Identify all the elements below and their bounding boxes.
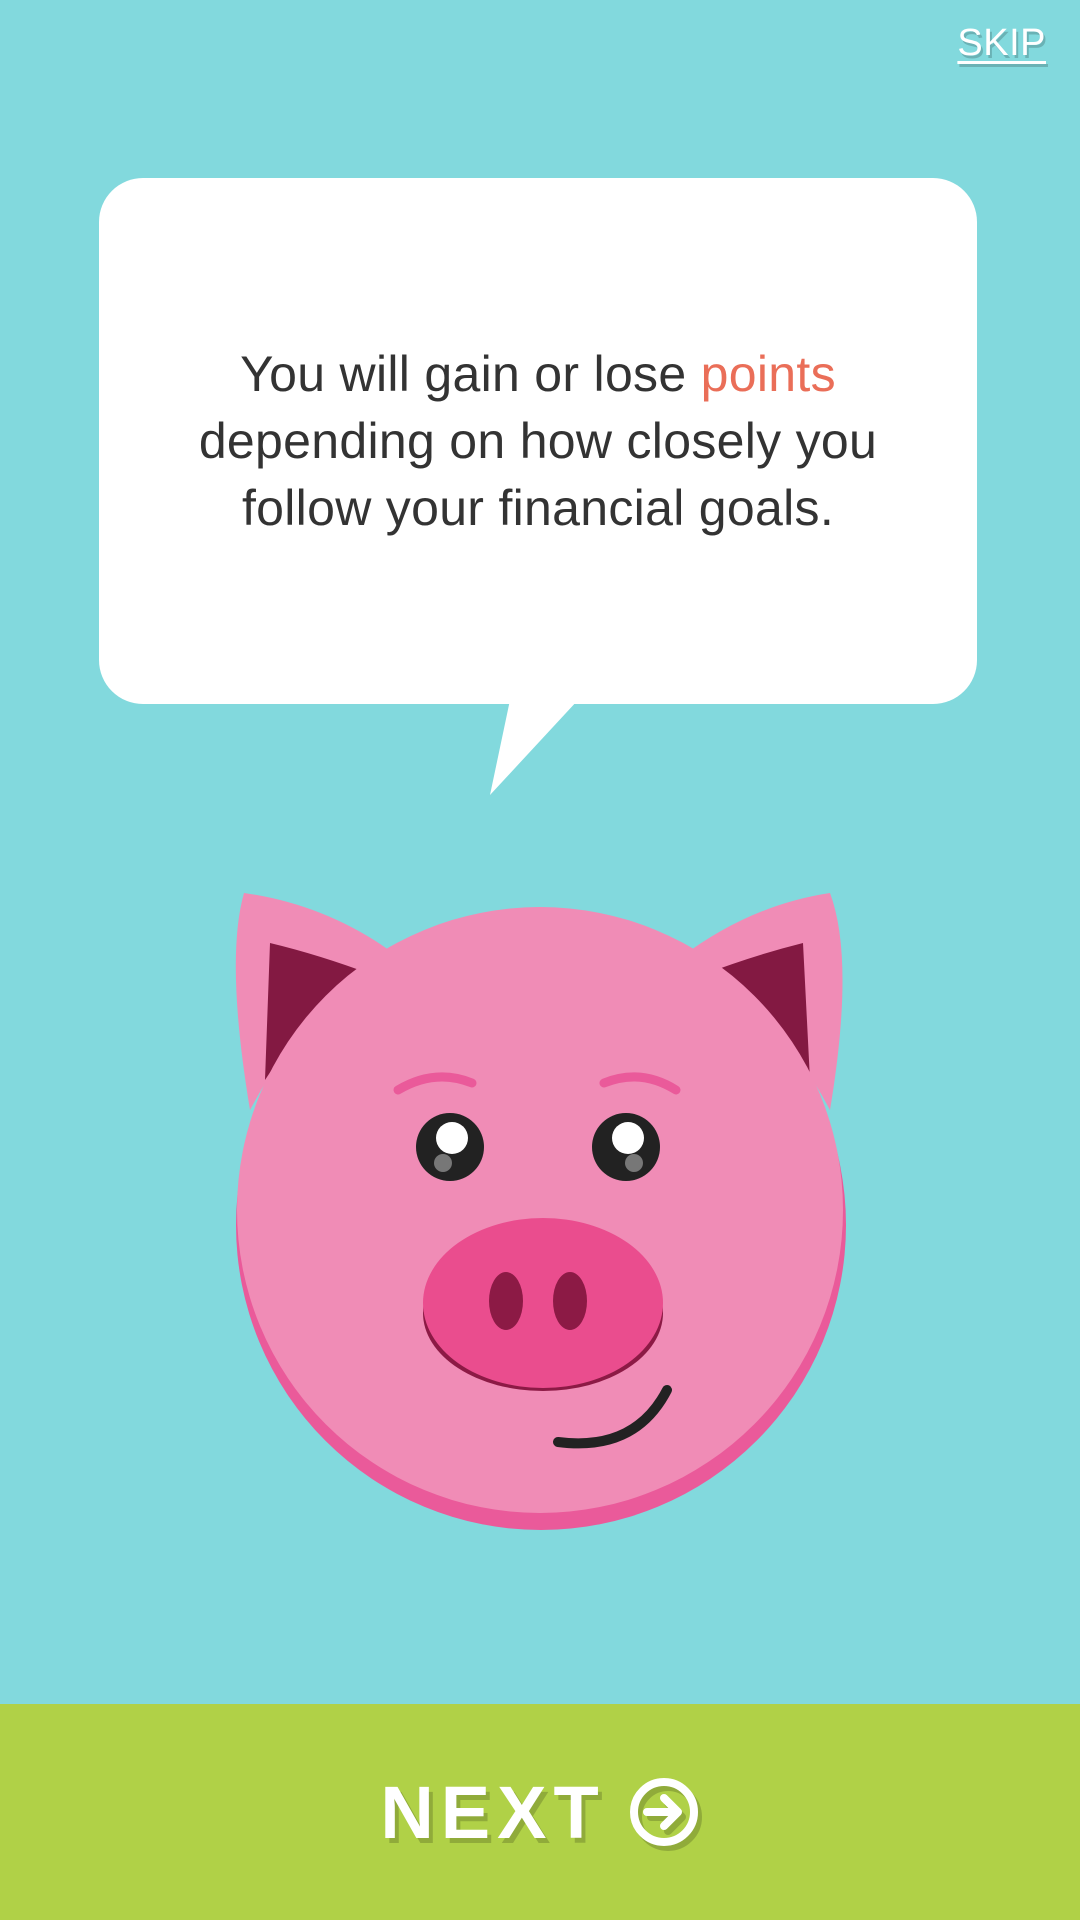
onboarding-screen: SKIP You will gain or lose points depend… bbox=[0, 0, 1080, 1920]
arrow-right-circle-icon bbox=[629, 1778, 698, 1846]
pig-eye-right bbox=[592, 1113, 660, 1181]
next-button[interactable]: NEXT bbox=[0, 1704, 1080, 1920]
pig-snout bbox=[423, 1218, 663, 1388]
pig-nostril-left bbox=[489, 1272, 523, 1330]
pig-eye-left bbox=[416, 1113, 484, 1181]
pig-mascot-icon bbox=[235, 893, 846, 1530]
pig-head bbox=[237, 907, 843, 1513]
pig-nostril-right bbox=[553, 1272, 587, 1330]
next-button-label: NEXT bbox=[380, 1770, 606, 1854]
